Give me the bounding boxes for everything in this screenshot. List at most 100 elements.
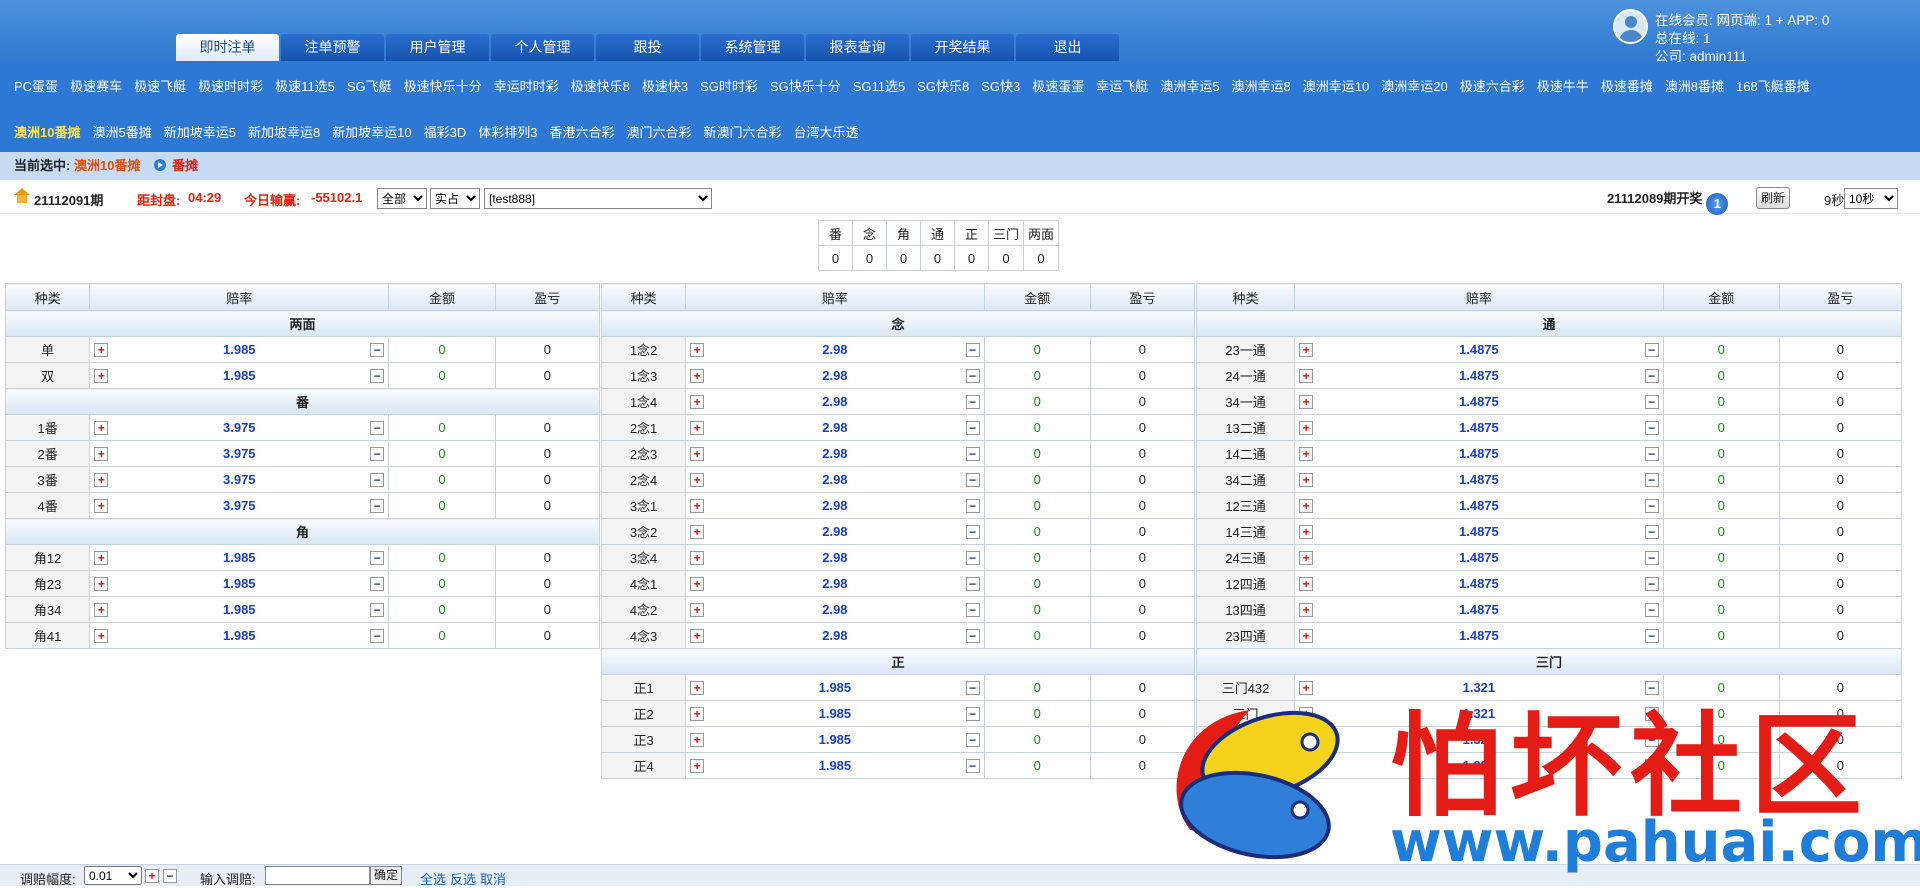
minus-icon[interactable]: −: [1644, 421, 1659, 435]
odds-value[interactable]: 2.98: [822, 472, 847, 487]
minus-icon[interactable]: −: [965, 551, 980, 565]
plus-icon[interactable]: +: [1299, 421, 1314, 435]
plus-icon[interactable]: +: [94, 369, 109, 383]
odds-value[interactable]: 2.98: [822, 524, 847, 539]
plus-icon[interactable]: +: [1299, 343, 1314, 357]
tab-6[interactable]: 报表查询: [806, 34, 909, 61]
game-link[interactable]: 福彩3D: [424, 122, 467, 141]
game-link[interactable]: 极速时时彩: [198, 76, 263, 95]
game-link[interactable]: 新澳门六合彩: [704, 122, 782, 141]
odds-value[interactable]: 1.985: [223, 628, 256, 643]
minus-icon[interactable]: −: [370, 577, 385, 591]
plus-icon[interactable]: +: [690, 629, 705, 643]
minus-icon[interactable]: −: [965, 707, 980, 721]
plus-icon[interactable]: +: [94, 473, 109, 487]
game-link[interactable]: PC蛋蛋: [14, 76, 58, 95]
game-link[interactable]: 台湾大乐透: [794, 122, 859, 141]
tab-1[interactable]: 注单预警: [281, 34, 384, 61]
plus-icon[interactable]: +: [690, 733, 705, 747]
plus-icon[interactable]: +: [690, 525, 705, 539]
odds-value[interactable]: 1.321: [1463, 706, 1496, 721]
minus-icon[interactable]: −: [965, 473, 980, 487]
game-link[interactable]: 澳洲幸运10: [1303, 76, 1369, 95]
step-select[interactable]: 0.01: [84, 866, 142, 885]
game-link[interactable]: 168飞艇番摊: [1736, 76, 1810, 95]
odds-value[interactable]: 2.98: [822, 550, 847, 565]
cancel-selection-link[interactable]: 取消: [480, 869, 506, 888]
minus-icon[interactable]: −: [370, 473, 385, 487]
odds-value[interactable]: 3.975: [223, 472, 256, 487]
plus-icon[interactable]: +: [94, 343, 109, 357]
minus-icon[interactable]: −: [965, 395, 980, 409]
plus-icon[interactable]: +: [690, 343, 705, 357]
plus-icon[interactable]: +: [1299, 369, 1314, 383]
game-link[interactable]: SG快3: [981, 76, 1020, 95]
odds-value[interactable]: 2.98: [822, 498, 847, 513]
game-link[interactable]: 极速蛋蛋: [1032, 76, 1084, 95]
minus-icon[interactable]: −: [1644, 525, 1659, 539]
minus-icon[interactable]: −: [1644, 369, 1659, 383]
odds-value[interactable]: 1.4875: [1459, 550, 1499, 565]
minus-icon[interactable]: −: [965, 447, 980, 461]
odds-value[interactable]: 1.985: [819, 732, 852, 747]
plus-icon[interactable]: +: [690, 447, 705, 461]
odds-value[interactable]: 1.321: [1463, 758, 1496, 773]
odds-value[interactable]: 2.98: [822, 368, 847, 383]
odds-value[interactable]: 1.4875: [1459, 394, 1499, 409]
game-link[interactable]: 澳洲5番摊: [92, 122, 151, 141]
game-link[interactable]: 极速快乐8: [571, 76, 630, 95]
user-select[interactable]: [test888]: [484, 188, 712, 209]
odds-value[interactable]: 1.4875: [1459, 472, 1499, 487]
odds-value[interactable]: 2.98: [822, 576, 847, 591]
plus-icon[interactable]: +: [690, 421, 705, 435]
plus-icon[interactable]: +: [690, 551, 705, 565]
tab-3[interactable]: 个人管理: [491, 34, 594, 61]
refresh-interval-select[interactable]: 10秒: [1844, 188, 1898, 209]
odds-value[interactable]: 3.975: [223, 498, 256, 513]
plus-icon[interactable]: +: [94, 499, 109, 513]
odds-value[interactable]: 2.98: [822, 342, 847, 357]
plus-icon[interactable]: +: [94, 629, 109, 643]
odds-value[interactable]: 1.985: [223, 602, 256, 617]
scope-select[interactable]: 全部: [377, 188, 427, 209]
odds-value[interactable]: 1.985: [223, 368, 256, 383]
minus-icon[interactable]: −: [1644, 681, 1659, 695]
plus-icon[interactable]: +: [690, 759, 705, 773]
minus-icon[interactable]: −: [370, 343, 385, 357]
plus-icon[interactable]: +: [94, 551, 109, 565]
tab-2[interactable]: 用户管理: [386, 34, 489, 61]
plus-icon[interactable]: +: [690, 473, 705, 487]
minus-icon[interactable]: −: [1644, 551, 1659, 565]
select-all-link[interactable]: 全选: [420, 869, 446, 888]
plus-icon[interactable]: +: [1299, 395, 1314, 409]
minus-icon[interactable]: −: [965, 499, 980, 513]
minus-icon[interactable]: −: [1644, 733, 1659, 747]
game-link[interactable]: 极速11选5: [275, 76, 335, 95]
tab-4[interactable]: 跟投: [596, 34, 699, 61]
plus-icon[interactable]: +: [94, 577, 109, 591]
game-link[interactable]: 幸运时时彩: [494, 76, 559, 95]
odds-value[interactable]: 1.985: [819, 706, 852, 721]
game-link[interactable]: 澳门六合彩: [627, 122, 692, 141]
crumb-game[interactable]: 澳洲10番摊: [74, 158, 140, 173]
game-link[interactable]: 极速快乐十分: [404, 76, 482, 95]
minus-icon[interactable]: −: [370, 447, 385, 461]
plus-icon[interactable]: +: [1299, 707, 1314, 721]
tab-8[interactable]: 退出: [1016, 34, 1119, 61]
minus-icon[interactable]: −: [370, 499, 385, 513]
odds-value[interactable]: 3.975: [223, 446, 256, 461]
odds-value[interactable]: 2.98: [822, 446, 847, 461]
game-link[interactable]: SG快乐8: [917, 76, 969, 95]
game-link[interactable]: 极速赛车: [70, 76, 122, 95]
adjust-input[interactable]: [265, 866, 370, 885]
minus-icon[interactable]: −: [1644, 577, 1659, 591]
plus-icon[interactable]: +: [690, 577, 705, 591]
game-link[interactable]: SG时时彩: [700, 76, 758, 95]
plus-icon[interactable]: +: [1299, 447, 1314, 461]
minus-icon[interactable]: −: [370, 603, 385, 617]
odds-value[interactable]: 1.985: [223, 550, 256, 565]
odds-value[interactable]: 2.98: [822, 602, 847, 617]
plus-icon[interactable]: +: [690, 603, 705, 617]
game-link[interactable]: 极速牛牛: [1537, 76, 1589, 95]
minus-icon[interactable]: −: [965, 733, 980, 747]
